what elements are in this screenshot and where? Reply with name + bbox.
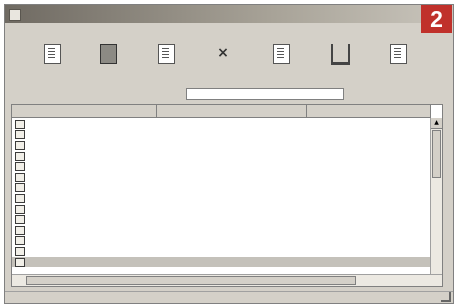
- list-item[interactable]: [12, 183, 430, 194]
- name-cell: [12, 215, 156, 225]
- list-item[interactable]: [12, 172, 430, 183]
- list-item[interactable]: [12, 193, 430, 204]
- column-header-permissions[interactable]: [157, 105, 307, 118]
- path-bar: [11, 88, 447, 101]
- file-icon: [15, 183, 25, 193]
- name-cell: [12, 130, 156, 140]
- file-icon: [15, 119, 25, 129]
- name-cell: [12, 204, 156, 214]
- file-icon: [272, 44, 290, 64]
- document-icon: [43, 44, 61, 64]
- scroll-up-icon[interactable]: ▲: [431, 118, 442, 129]
- list-item[interactable]: [12, 214, 430, 225]
- resize-grip-icon[interactable]: [441, 292, 451, 302]
- folder-icon: [99, 44, 117, 64]
- name-cell: [12, 140, 156, 150]
- file-icon: [15, 140, 25, 150]
- toolbar-button-7[interactable]: [365, 44, 431, 66]
- file-manager-window: × ▲ 2: [4, 4, 454, 304]
- list-item[interactable]: [12, 130, 430, 141]
- status-bar: [5, 291, 453, 304]
- step-number-badge: 2: [421, 5, 452, 33]
- file-icon: [15, 204, 25, 214]
- name-cell: [12, 236, 156, 246]
- toolbar-button-6[interactable]: [307, 44, 373, 67]
- file-icon: [15, 246, 25, 256]
- path-input[interactable]: [186, 88, 344, 100]
- name-cell: [12, 225, 156, 235]
- file-list: ▲: [11, 104, 443, 287]
- toolbar: ×: [5, 40, 453, 86]
- properties-icon: [389, 44, 407, 64]
- column-header-attributes[interactable]: [307, 105, 431, 118]
- name-cell: [12, 172, 156, 182]
- menu-bar: [5, 24, 425, 38]
- toolbar-button-2[interactable]: [75, 44, 141, 66]
- vertical-scrollbar[interactable]: ▲: [430, 118, 442, 276]
- title-bar[interactable]: [5, 5, 453, 23]
- list-item[interactable]: [12, 119, 430, 130]
- file-icon: [15, 225, 25, 235]
- name-cell: [12, 246, 156, 256]
- list-item[interactable]: [12, 140, 430, 151]
- list-item[interactable]: [12, 204, 430, 215]
- horizontal-scroll-thumb[interactable]: [26, 276, 356, 285]
- toolbar-button-4[interactable]: ×: [190, 44, 256, 64]
- file-icon: [15, 236, 25, 246]
- list-item[interactable]: [12, 161, 430, 172]
- file-icon: [15, 257, 25, 267]
- page-icon: [157, 44, 175, 64]
- name-cell: [12, 183, 156, 193]
- horizontal-scrollbar[interactable]: [12, 274, 442, 286]
- delete-icon: ×: [217, 45, 229, 61]
- list-item[interactable]: [12, 256, 430, 268]
- file-icon: [15, 130, 25, 140]
- name-cell: [12, 119, 156, 129]
- list-item[interactable]: [12, 236, 430, 247]
- column-header-name[interactable]: [12, 105, 157, 118]
- file-icon: [15, 193, 25, 203]
- list-item[interactable]: [12, 246, 430, 257]
- toolbar-button-5[interactable]: [248, 44, 314, 66]
- name-cell: [12, 151, 156, 161]
- name-cell: [12, 162, 156, 172]
- name-cell: [12, 193, 156, 203]
- file-icon: [15, 172, 25, 182]
- file-icon: [15, 215, 25, 225]
- tray-icon: [330, 44, 350, 65]
- file-icon: [15, 162, 25, 172]
- list-item[interactable]: [12, 151, 430, 162]
- app-icon: [9, 9, 21, 21]
- file-icon: [15, 151, 25, 161]
- list-rows: [12, 119, 430, 268]
- list-item[interactable]: [12, 225, 430, 236]
- name-cell: [12, 257, 156, 267]
- list-header: [12, 105, 442, 118]
- vertical-scroll-thumb[interactable]: [432, 130, 441, 178]
